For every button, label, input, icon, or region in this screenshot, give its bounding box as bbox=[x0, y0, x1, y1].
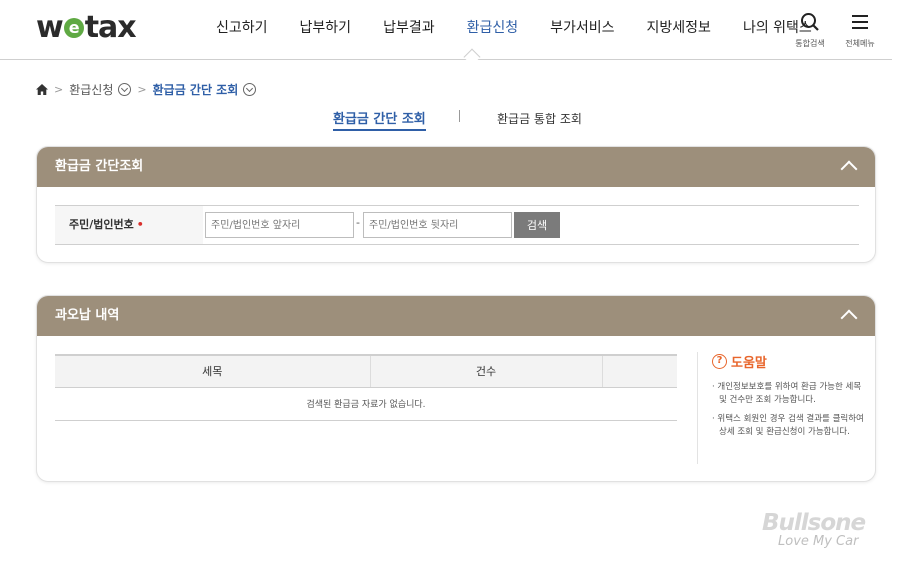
help-item-text: 개인정보보호를 위하여 환급 가능한 세목 및 건수만 조회 가능합니다. bbox=[717, 382, 862, 405]
chevron-up-icon[interactable] bbox=[840, 160, 858, 178]
help-box: ? 도움말 · 개인정보보호를 위하여 환급 가능한 세목 및 건수만 조회 가… bbox=[697, 352, 867, 464]
overpayment-panel: 과오납 내역 세목 건수 검색된 환급금 자료가 없습니다. ? 도움말 · 개… bbox=[36, 295, 876, 482]
all-menu-button[interactable]: 전체메뉴 bbox=[838, 12, 882, 49]
required-mark: • bbox=[136, 218, 144, 231]
chevron-right-icon: > bbox=[137, 82, 147, 96]
id-back-input[interactable] bbox=[363, 212, 512, 238]
hamburger-icon bbox=[852, 15, 868, 29]
integrated-search-button[interactable]: 통합검색 bbox=[788, 12, 832, 49]
search-label: 통합검색 bbox=[795, 39, 825, 48]
nav-item-refund[interactable]: 환급신청 bbox=[451, 0, 535, 58]
nav-item-pay-result[interactable]: 납부결과 bbox=[367, 0, 451, 58]
column-header-extra bbox=[601, 354, 677, 388]
chevron-down-circle-icon[interactable] bbox=[243, 82, 257, 96]
id-label-text: 주민/법인번호 bbox=[69, 218, 134, 231]
chevron-right-icon: > bbox=[54, 82, 64, 96]
help-item: · 위택스 회원인 경우 검색 결과를 클릭하여 상세 조회 및 환급신청이 가… bbox=[712, 414, 864, 437]
column-header-count: 건수 bbox=[369, 354, 602, 388]
tab-simple-lookup[interactable]: 환급금 간단 조회 bbox=[333, 108, 426, 131]
home-icon[interactable] bbox=[36, 83, 48, 95]
tab-divider bbox=[459, 110, 460, 122]
column-header-tax-item: 세목 bbox=[55, 354, 370, 388]
sub-tabs: 환급금 간단 조회 환급금 통합 조회 bbox=[0, 108, 900, 131]
help-item: · 개인정보보호를 위하여 환급 가능한 세목 및 건수만 조회 가능합니다. bbox=[712, 382, 862, 405]
search-icon bbox=[801, 13, 819, 31]
help-item-text: 위택스 회원인 경우 검색 결과를 클릭하여 상세 조회 및 환급신청이 가능합… bbox=[717, 414, 864, 437]
overpayment-table: 세목 건수 검색된 환급금 자료가 없습니다. bbox=[55, 354, 677, 421]
question-icon: ? bbox=[712, 354, 727, 369]
logo-e-mark: e bbox=[63, 18, 84, 38]
simple-lookup-panel: 환급금 간단조회 주민/법인번호• - 검색 bbox=[36, 146, 876, 263]
table-header-row: 세목 건수 bbox=[55, 354, 677, 388]
top-header: w e tax 신고하기 납부하기 납부결과 환급신청 부가서비스 지방세정보 나의… bbox=[0, 0, 892, 66]
watermark-brand: Bullsone bbox=[762, 510, 866, 536]
watermark-slogan: Love My Car bbox=[778, 534, 859, 549]
logo-text-tax: tax bbox=[84, 10, 137, 45]
nav-item-local-tax-info[interactable]: 지방세정보 bbox=[631, 0, 727, 58]
breadcrumb-refund[interactable]: 환급신청 bbox=[69, 81, 113, 98]
main-nav: 신고하기 납부하기 납부결과 환급신청 부가서비스 지방세정보 나의 위택스 bbox=[200, 0, 828, 58]
nav-item-pay[interactable]: 납부하기 bbox=[284, 0, 368, 58]
search-button[interactable]: 검색 bbox=[514, 212, 560, 238]
id-number-label: 주민/법인번호 • bbox=[55, 206, 203, 244]
breadcrumb-current[interactable]: 환급금 간단 조회 bbox=[153, 81, 239, 98]
empty-message: 검색된 환급금 자료가 없습니다. bbox=[55, 387, 677, 421]
panel-title: 과오납 내역 bbox=[55, 308, 120, 323]
tab-integrated-lookup[interactable]: 환급금 통합 조회 bbox=[497, 110, 582, 127]
nav-item-extra-services[interactable]: 부가서비스 bbox=[534, 0, 630, 58]
breadcrumb: > 환급신청 > 환급금 간단 조회 bbox=[36, 80, 257, 98]
help-title-text: 도움말 bbox=[731, 356, 767, 371]
logo-text-w: w bbox=[36, 10, 64, 45]
panel-title: 환급금 간단조회 bbox=[55, 159, 144, 174]
bullsone-watermark: Bullsone Love My Car bbox=[762, 510, 882, 549]
id-front-input[interactable] bbox=[205, 212, 354, 238]
simple-lookup-header[interactable]: 환급금 간단조회 bbox=[37, 147, 875, 187]
chevron-down-circle-icon[interactable] bbox=[118, 82, 132, 96]
id-dash: - bbox=[356, 216, 360, 229]
table-row: 검색된 환급금 자료가 없습니다. bbox=[55, 387, 677, 421]
id-number-row: 주민/법인번호• - 검색 bbox=[55, 205, 859, 245]
nav-item-file[interactable]: 신고하기 bbox=[200, 0, 284, 58]
chevron-up-icon[interactable] bbox=[840, 309, 858, 327]
overpayment-header[interactable]: 과오납 내역 bbox=[37, 296, 875, 336]
wetax-logo[interactable]: w e tax bbox=[36, 10, 137, 45]
menu-label: 전체메뉴 bbox=[845, 39, 875, 48]
help-title: ? 도움말 bbox=[712, 352, 867, 371]
